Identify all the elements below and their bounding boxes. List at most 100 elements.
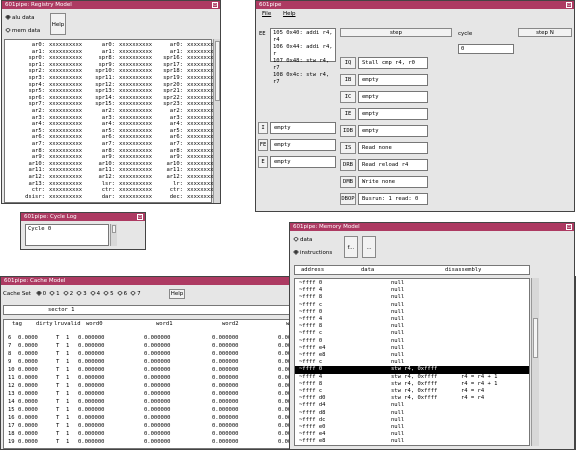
memory-row[interactable]: ~ffff 8 null (295, 323, 529, 330)
stage-tag[interactable]: IDB (340, 125, 356, 137)
memory-row[interactable]: ~ffff 4 null (295, 316, 529, 323)
cache-word[interactable]: 0.000000 (78, 414, 105, 422)
cache-word[interactable]: 0.000000 (78, 398, 105, 406)
stage-tag[interactable]: IE (340, 108, 356, 120)
cache-word[interactable]: 0.000000 (212, 382, 239, 390)
cycle-field[interactable]: 0 (458, 44, 514, 54)
window-menu-icon[interactable]: ▫ (566, 2, 572, 8)
left-stage-tag[interactable]: I (258, 122, 268, 134)
cache-word[interactable]: 0.000000 (212, 342, 239, 350)
window-menu-icon[interactable]: ▫ (137, 214, 143, 220)
cache-word[interactable]: 0.000000 (212, 398, 239, 406)
cache-way-radio[interactable]: 0 (35, 291, 46, 297)
cache-way-radio[interactable]: 7 (130, 291, 141, 297)
memory-row[interactable]: ~ffff 0 null (295, 309, 529, 316)
memory-row[interactable]: ~ffff e0 null (295, 424, 529, 431)
cache-word[interactable]: 0.000000 (212, 430, 239, 438)
memory-row[interactable]: ~ffff dc null (295, 417, 529, 424)
menu-help[interactable]: Help (283, 11, 296, 17)
cache-way-radio[interactable]: 4 (89, 291, 100, 297)
cache-word[interactable]: 0.000000 (212, 366, 239, 374)
stage-tag[interactable]: DRB (340, 159, 356, 171)
cache-word[interactable]: 0.000000 (212, 358, 239, 366)
scroll-thumb[interactable] (533, 318, 538, 358)
memory-row[interactable]: ~ffff 8 stw r4, 0xffff r4 = r4 + 1 (295, 381, 529, 388)
scroll-thumb[interactable] (112, 225, 116, 233)
memory-row[interactable]: ~ffff 8 null (295, 294, 529, 301)
cache-help-button[interactable]: Help (169, 289, 185, 299)
cache-word[interactable]: 0.000000 (212, 350, 239, 358)
radio-data[interactable]: data (293, 237, 312, 243)
cache-word[interactable]: 0.000000 (212, 414, 239, 422)
cache-word[interactable]: 0.000000 (144, 334, 171, 342)
cache-word[interactable]: 0.000000 (78, 374, 105, 382)
memory-titlebar[interactable]: 601pipe: Memory Model ▫ (290, 223, 574, 231)
memory-row[interactable]: ~ffff d4 null (295, 402, 529, 409)
memory-row[interactable]: ~ffff c null (295, 330, 529, 337)
memory-row[interactable]: ~ffff 4 stw r4, 0xffff r4 = r4 + 1 (295, 374, 529, 381)
memory-row[interactable]: ~ffff c stw r4, 0xffff r4 = r4 (295, 388, 529, 395)
cache-way-radio[interactable]: 1 (49, 291, 60, 297)
memory-row[interactable]: ~ffff 0 stw r4, 0xffff (295, 366, 529, 374)
left-stage-tag[interactable]: FE (258, 139, 268, 151)
step-n-button[interactable]: step N (518, 28, 572, 37)
cache-word[interactable]: 0.000000 (212, 438, 239, 446)
step-button[interactable]: step (340, 28, 452, 37)
memory-row[interactable]: ~ffff e8 null (295, 352, 529, 359)
registry-titlebar[interactable]: 601pipe: Registry Model ▫ (2, 1, 220, 9)
cycle-log-entry[interactable]: Cycle 0 (28, 226, 51, 232)
cache-word[interactable]: 0.000000 (78, 342, 105, 350)
memory-row[interactable]: ~ffff 4 null (295, 287, 529, 294)
memory-row[interactable]: ~ffff c null (295, 359, 529, 366)
cache-way-radio[interactable]: 3 (76, 291, 87, 297)
memory-back-button[interactable]: ... (362, 236, 376, 258)
pipe-titlebar[interactable]: 601pipe ▫ (256, 1, 574, 9)
stage-tag[interactable]: IQ (340, 57, 356, 69)
radio-mem[interactable]: mem data (5, 28, 40, 34)
memory-row[interactable]: ~ffff d8 null (295, 410, 529, 417)
stage-tag[interactable]: DMB (340, 176, 356, 188)
cache-word[interactable]: 0.000000 (78, 438, 105, 446)
memory-row[interactable]: ~ffff 0 null (295, 338, 529, 345)
cache-word[interactable]: 0.000000 (144, 414, 171, 422)
cache-word[interactable]: 0.000000 (144, 390, 171, 398)
stage-tag[interactable]: IB (340, 74, 356, 86)
cache-word[interactable]: 0.000000 (78, 358, 105, 366)
radio-alu[interactable]: alu data (5, 15, 35, 21)
cache-word[interactable]: 0.000000 (78, 422, 105, 430)
cache-word[interactable]: 0.000000 (144, 374, 171, 382)
memory-row[interactable]: ~ffff e4 null (295, 431, 529, 438)
cache-way-radio[interactable]: 5 (103, 291, 114, 297)
window-menu-icon[interactable]: ▫ (212, 2, 218, 8)
cache-word[interactable]: 0.000000 (212, 390, 239, 398)
stage-tag[interactable]: IS (340, 142, 356, 154)
memory-row[interactable]: ~ffff c null (295, 302, 529, 309)
cache-word[interactable]: 0.000000 (78, 366, 105, 374)
cache-word[interactable]: 0.000000 (144, 366, 171, 374)
cache-word[interactable]: 0.000000 (144, 430, 171, 438)
cache-word[interactable]: 0.000000 (78, 406, 105, 414)
cache-word[interactable]: 0.000000 (78, 334, 105, 342)
scroll-thumb[interactable] (215, 41, 220, 101)
window-menu-icon[interactable]: ▫ (566, 224, 572, 230)
radio-instructions[interactable]: instructions (293, 250, 332, 256)
cache-word[interactable]: 0.000000 (78, 430, 105, 438)
memory-row[interactable]: ~ffff e8 null (295, 438, 529, 445)
cache-word[interactable]: 0.000000 (144, 422, 171, 430)
cache-word[interactable]: 0.000000 (144, 406, 171, 414)
cache-word[interactable]: 0.000000 (78, 390, 105, 398)
cache-word[interactable]: 0.000000 (212, 334, 239, 342)
cache-word[interactable]: 0.000000 (144, 350, 171, 358)
stage-tag[interactable]: DBOP (340, 193, 356, 205)
cache-way-radio[interactable]: 2 (62, 291, 73, 297)
menu-file[interactable]: File (262, 11, 271, 17)
left-stage-tag[interactable]: E (258, 156, 268, 168)
memory-row[interactable]: ~ffff e4 null (295, 345, 529, 352)
cache-word[interactable]: 0.000000 (144, 358, 171, 366)
registry-help-button[interactable]: Help (50, 13, 66, 35)
cache-word[interactable]: 0.000000 (144, 382, 171, 390)
stage-tag[interactable]: IC (340, 91, 356, 103)
memory-row[interactable]: ~ffff d0 stw r4, 0xffff r4 = r4 (295, 395, 529, 402)
memory-scrollbar[interactable] (531, 278, 539, 446)
cache-way-radio[interactable]: 6 (116, 291, 127, 297)
